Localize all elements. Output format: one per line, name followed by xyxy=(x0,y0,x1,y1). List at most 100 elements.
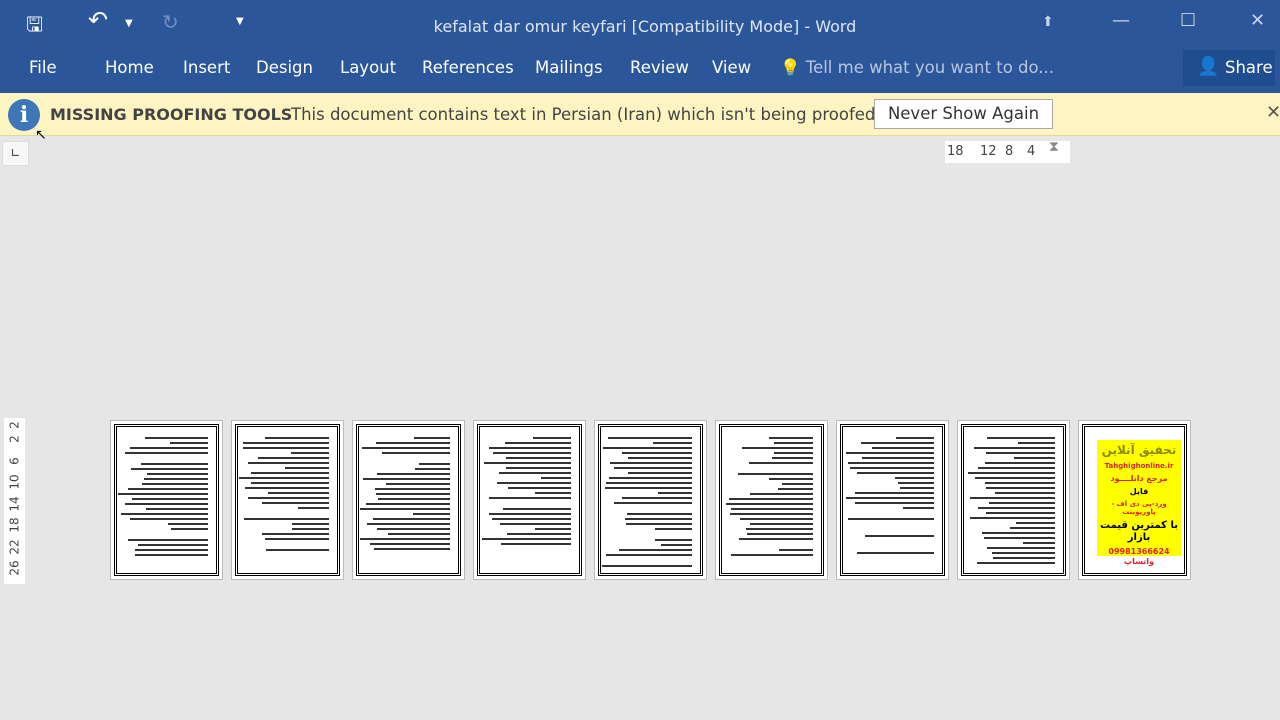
ruler-tick: 8 xyxy=(1005,144,1014,159)
text-line xyxy=(243,442,329,444)
text-line xyxy=(658,492,692,494)
tab-selector[interactable]: ∟ xyxy=(2,141,29,166)
advertisement-logo: تحقیق آنلاین Tahghighonline.ir مرجع دانلــ… xyxy=(1097,440,1181,566)
text-line xyxy=(847,462,934,464)
page-thumbnail[interactable] xyxy=(957,420,1070,580)
text-line xyxy=(621,452,692,454)
text-line xyxy=(655,539,692,541)
text-line xyxy=(865,535,934,537)
text-line xyxy=(502,508,571,510)
text-line xyxy=(981,532,1055,534)
text-line xyxy=(609,462,692,464)
text-line xyxy=(244,518,329,520)
page-thumbnail[interactable] xyxy=(231,420,344,580)
close-button[interactable]: ✕ xyxy=(1250,10,1265,31)
tab-insert[interactable]: Insert xyxy=(183,58,230,77)
horizontal-ruler[interactable]: 18 12 8 4 ⧗ xyxy=(945,139,1070,163)
text-line xyxy=(376,442,450,444)
text-line xyxy=(415,468,450,470)
text-line xyxy=(1010,527,1055,529)
tab-design[interactable]: Design xyxy=(256,58,313,77)
tab-view[interactable]: View xyxy=(712,58,751,77)
maximize-button[interactable]: ☐ xyxy=(1180,10,1196,31)
vertical-ruler[interactable]: 2 2 6 10 14 18 22 26 xyxy=(4,418,25,584)
text-line xyxy=(862,457,934,459)
text-line xyxy=(992,557,1055,559)
ribbon-display-icon[interactable]: ⬆ xyxy=(1042,14,1054,30)
page-border xyxy=(961,424,1066,576)
page-border xyxy=(114,424,219,576)
text-line xyxy=(291,528,329,530)
text-line xyxy=(768,478,813,480)
tab-layout[interactable]: Layout xyxy=(340,58,396,77)
text-line xyxy=(373,518,450,520)
text-line xyxy=(129,518,208,520)
text-line xyxy=(988,502,1055,504)
text-line xyxy=(418,463,450,465)
text-line xyxy=(627,472,692,474)
page-thumbnail[interactable] xyxy=(110,420,223,580)
text-line xyxy=(374,548,450,550)
page-thumbnail[interactable] xyxy=(594,420,707,580)
text-line xyxy=(493,452,571,454)
text-line xyxy=(781,483,813,485)
text-line xyxy=(986,547,1055,549)
text-line xyxy=(243,447,329,449)
text-line xyxy=(145,508,208,510)
tab-home[interactable]: Home xyxy=(105,58,154,77)
page-thumbnail[interactable] xyxy=(836,420,949,580)
text-line xyxy=(613,467,692,469)
text-line xyxy=(857,552,934,554)
text-line xyxy=(498,472,571,474)
text-line xyxy=(855,502,934,504)
share-button[interactable]: 👤 Share xyxy=(1183,50,1275,86)
page-thumbnail[interactable] xyxy=(715,420,828,580)
page-thumbnail[interactable] xyxy=(473,420,586,580)
text-line xyxy=(1016,522,1055,524)
text-line xyxy=(362,478,450,480)
text-line xyxy=(265,437,329,439)
text-line xyxy=(262,533,329,535)
text-line xyxy=(366,503,450,505)
text-line xyxy=(749,462,813,464)
page-border xyxy=(477,424,582,576)
tell-me-search[interactable]: 💡 Tell me what you want to do... xyxy=(780,58,1054,78)
page-thumbnail[interactable] xyxy=(352,420,465,580)
minimize-button[interactable]: — xyxy=(1112,10,1130,31)
text-line xyxy=(413,437,450,439)
text-line xyxy=(605,554,692,556)
text-line xyxy=(749,493,813,495)
text-line xyxy=(1014,457,1055,459)
text-line xyxy=(413,513,450,515)
text-line xyxy=(140,463,208,465)
text-line xyxy=(376,493,450,495)
indent-marker-icon[interactable]: ⧗ xyxy=(1049,139,1059,155)
text-line xyxy=(499,523,571,525)
lightbulb-icon: 💡 xyxy=(780,58,801,77)
text-line xyxy=(654,528,692,530)
tab-references[interactable]: References xyxy=(422,58,514,77)
text-line xyxy=(290,452,329,454)
never-show-again-button[interactable]: Never Show Again xyxy=(874,99,1053,129)
ad-line: Tahghighonline.ir xyxy=(1104,461,1174,470)
ad-line: فایل xyxy=(1129,487,1149,497)
text-line xyxy=(985,452,1055,454)
text-line xyxy=(608,437,692,439)
tab-file[interactable]: File xyxy=(29,58,57,77)
page-border xyxy=(719,424,824,576)
text-line xyxy=(142,483,208,485)
text-line xyxy=(728,498,813,500)
page-thumbnail[interactable]: تحقیق آنلاین Tahghighonline.ir مرجع دانلــ… xyxy=(1078,420,1191,580)
tab-review[interactable]: Review xyxy=(630,58,689,77)
text-line xyxy=(124,503,208,505)
text-line xyxy=(861,442,934,444)
text-line xyxy=(731,554,813,556)
close-icon[interactable]: ✕ xyxy=(1266,102,1280,123)
text-line xyxy=(969,517,1055,519)
text-line xyxy=(855,492,934,494)
ruler-tick: 22 xyxy=(7,538,22,555)
tab-mailings[interactable]: Mailings xyxy=(535,58,603,77)
text-line xyxy=(895,437,934,439)
ruler-tick: 14 xyxy=(7,495,22,512)
text-line xyxy=(1017,442,1055,444)
